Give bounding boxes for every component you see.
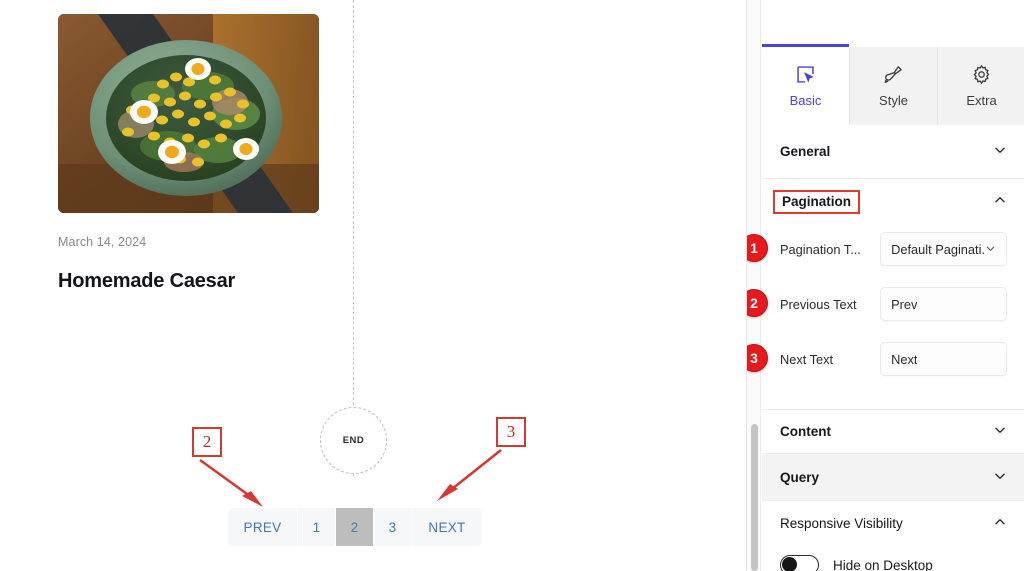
section-content-label: Content — [780, 424, 831, 439]
page-button-1[interactable]: 1 — [298, 508, 336, 546]
annotation-box-2-label: 2 — [202, 432, 212, 451]
tab-basic[interactable]: Basic — [762, 44, 850, 125]
pagination-type-select[interactable]: Default Paginati.. — [880, 232, 1007, 266]
annotation-badge-2-label: 2 — [750, 295, 758, 311]
tab-style[interactable]: Style — [850, 47, 938, 125]
field-next-text-label: Next Text — [780, 351, 834, 367]
toggle-knob — [782, 557, 797, 571]
tab-style-label: Style — [879, 93, 908, 108]
chevron-up-icon — [993, 193, 1007, 210]
annotation-box-3-label: 3 — [506, 422, 516, 441]
previous-text-input[interactable]: Prev — [880, 287, 1007, 321]
panel-scrollbar[interactable] — [751, 424, 758, 571]
vertical-guideline — [353, 0, 354, 415]
tab-extra[interactable]: Extra — [938, 47, 1024, 125]
annotation-badge-1-label: 1 — [750, 240, 758, 256]
annotation-arrow-3 — [437, 448, 502, 501]
hide-on-desktop-toggle[interactable] — [780, 555, 819, 571]
previous-text-value: Prev — [891, 296, 918, 312]
panel-tabs: Basic Style Extra — [762, 44, 1024, 125]
next-text-input[interactable]: Next — [880, 342, 1007, 376]
next-button[interactable]: NEXT — [412, 508, 482, 546]
settings-panel: Basic Style Extra General Pagination Pag… — [746, 0, 1024, 571]
editor-canvas: March 14, 2024 Homemade Caesar END PREV … — [0, 0, 746, 571]
post-date: March 14, 2024 — [58, 235, 147, 249]
paint-brush-icon — [883, 64, 904, 86]
post-featured-image[interactable] — [58, 14, 319, 213]
post-title: Homemade Caesar — [58, 270, 236, 292]
pagination-type-value: Default Paginati.. — [891, 241, 985, 257]
annotation-box-2: 2 — [192, 427, 222, 457]
app-root: March 14, 2024 Homemade Caesar END PREV … — [0, 0, 1024, 571]
page-button-3[interactable]: 3 — [374, 508, 412, 546]
chevron-down-icon — [993, 423, 1007, 440]
end-marker-label: END — [342, 435, 365, 446]
chevron-down-icon — [993, 143, 1007, 160]
section-query-label: Query — [780, 469, 820, 485]
section-query[interactable]: Query — [762, 454, 1024, 501]
section-responsive-visibility[interactable]: Responsive Visibility — [762, 501, 1024, 546]
section-content[interactable]: Content — [762, 409, 1024, 454]
cursor-select-icon — [795, 64, 816, 86]
tab-basic-label: Basic — [789, 93, 822, 108]
end-marker: END — [320, 407, 387, 474]
field-previous-text-label: Previous Text — [780, 296, 857, 312]
chevron-down-icon — [985, 242, 996, 257]
section-general[interactable]: General — [762, 125, 1024, 179]
section-responsive-visibility-label: Responsive Visibility — [780, 516, 903, 531]
row-hide-on-desktop: Hide on Desktop — [762, 548, 1024, 571]
annotation-arrow-2 — [199, 458, 263, 507]
panel-body: Basic Style Extra General Pagination Pag… — [762, 0, 1024, 571]
gear-icon — [971, 64, 992, 86]
section-pagination[interactable]: Pagination — [762, 179, 1024, 224]
pagination-widget[interactable]: PREV 1 2 3 NEXT — [228, 508, 482, 546]
chevron-up-icon — [993, 515, 1007, 532]
section-pagination-label: Pagination — [773, 189, 861, 214]
next-text-value: Next — [891, 351, 918, 367]
field-next-text: Next Text Next — [762, 336, 1024, 382]
field-pagination-type-label: Pagination T... — [780, 241, 861, 257]
field-pagination-type: Pagination T... Default Paginati.. — [762, 226, 1024, 272]
hide-on-desktop-label: Hide on Desktop — [833, 557, 933, 571]
tab-extra-label: Extra — [966, 93, 997, 108]
annotation-badge-3-label: 3 — [750, 350, 758, 366]
chevron-down-icon — [993, 469, 1007, 486]
section-general-label: General — [780, 144, 831, 159]
field-previous-text: Previous Text Prev — [762, 281, 1024, 327]
page-button-2[interactable]: 2 — [336, 508, 374, 546]
prev-button[interactable]: PREV — [228, 508, 298, 546]
salad-bowl-photo — [58, 14, 319, 213]
annotation-box-3: 3 — [496, 417, 526, 447]
